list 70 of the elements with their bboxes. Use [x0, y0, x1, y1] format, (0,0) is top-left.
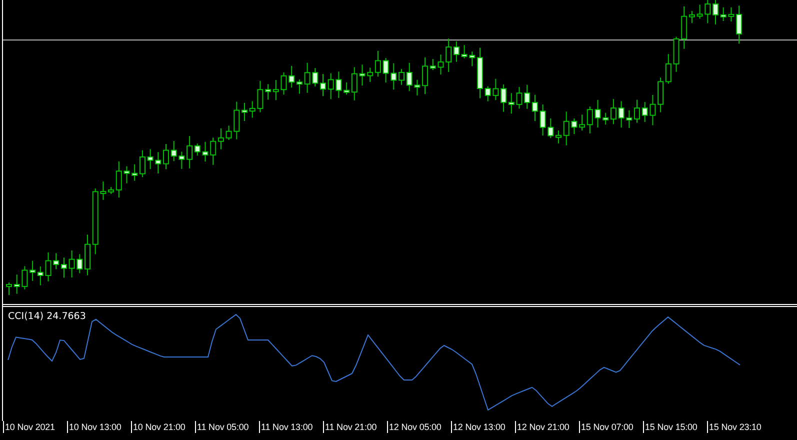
time-axis-label: 11 Nov 13:00 [261, 422, 313, 433]
time-axis-label: 10 Nov 13:00 [69, 422, 122, 433]
time-axis-label: 12 Nov 05:00 [389, 422, 442, 433]
candlestick [516, 86, 522, 110]
candlestick [736, 5, 742, 44]
candlestick [650, 94, 656, 126]
candlestick [556, 130, 562, 144]
indicator-label: CCI(14) 24.7663 [8, 311, 86, 322]
candlestick [76, 254, 83, 274]
candlestick [328, 72, 334, 100]
candlestick [398, 68, 404, 86]
candlestick [226, 125, 232, 140]
time-axis-label: 15 Nov 15:00 [645, 422, 698, 433]
candlestick [594, 99, 601, 128]
candlestick [320, 73, 326, 97]
candlestick [312, 68, 318, 87]
candlestick [242, 102, 248, 122]
candlestick [249, 100, 256, 118]
candlestick [712, 0, 718, 25]
candlestick [178, 151, 185, 170]
candlestick [548, 118, 554, 139]
candlestick [124, 166, 130, 184]
candlestick [84, 234, 90, 276]
candlestick [642, 101, 648, 122]
candlestick [14, 274, 20, 294]
candlestick [382, 58, 389, 83]
time-axis-label: 11 Nov 21:00 [325, 422, 377, 433]
candlestick [673, 36, 680, 72]
candlestick [336, 71, 342, 98]
candlestick [414, 79, 420, 96]
candlestick [492, 78, 499, 101]
time-axis-label: 15 Nov 07:00 [581, 422, 634, 433]
time-axis-label: 15 Nov 23:10 [709, 422, 762, 433]
candlestick [571, 118, 578, 135]
candlestick [728, 6, 734, 22]
candlestick [22, 266, 28, 290]
candlestick [696, 4, 703, 20]
candlestick [68, 250, 75, 278]
candlestick [359, 64, 366, 86]
candlestick [461, 44, 468, 59]
candlestick [720, 6, 726, 22]
candlestick [147, 148, 154, 170]
candlestick [202, 141, 208, 162]
time-axis-label: 12 Nov 13:00 [453, 422, 506, 433]
candlestick [92, 188, 98, 255]
candlestick [257, 80, 264, 113]
candlestick [626, 110, 632, 128]
time-axis-label: 10 Nov 21:00 [133, 422, 186, 433]
candlestick [234, 101, 240, 140]
candlestick [45, 252, 52, 282]
candlestick [280, 72, 287, 96]
time-axis-label: 12 Nov 21:00 [517, 422, 570, 433]
candlestick [540, 104, 546, 136]
candlestick [390, 62, 397, 90]
candlestick [406, 62, 412, 92]
candlestick [170, 140, 177, 162]
candlestick [634, 99, 640, 124]
candlestick [6, 282, 12, 296]
candlestick [438, 54, 444, 76]
candlestick [304, 62, 310, 94]
candlestick [618, 100, 624, 128]
candlestick [155, 152, 162, 174]
time-axis-label: 11 Nov 05:00 [197, 422, 249, 433]
candlestick [469, 51, 476, 67]
candlestick [477, 47, 483, 99]
time-axis-label: 10 Nov 2021 [5, 422, 55, 433]
candlestick [484, 86, 491, 102]
candlestick [563, 111, 570, 146]
candlestick [163, 144, 169, 170]
candlestick [100, 181, 106, 200]
